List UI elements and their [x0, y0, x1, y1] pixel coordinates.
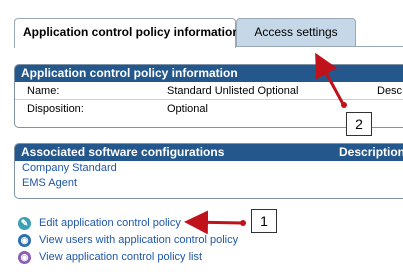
name-row: Name: Standard Unlisted Optional Desc — [15, 83, 403, 100]
tab-divider — [236, 46, 403, 47]
edit-icon: ✎ — [18, 217, 31, 230]
name-value: Standard Unlisted Optional — [167, 85, 299, 97]
arrow-1-tail-dot — [240, 220, 246, 226]
software-configurations-title: Associated software configurations — [21, 145, 225, 159]
software-item-company-standard[interactable]: Company Standard — [22, 162, 117, 174]
policy-info-header: Application control policy information — [15, 65, 403, 82]
description-column-header: Description — [339, 145, 403, 159]
tab-bar: Application control policy information A… — [14, 18, 356, 48]
tab-access-settings[interactable]: Access settings — [236, 18, 356, 46]
software-item-ems-agent[interactable]: EMS Agent — [22, 177, 77, 189]
view-list-icon: ◉ — [18, 251, 31, 264]
view-policy-list-link-label[interactable]: View application control policy list — [39, 249, 202, 266]
tab-application-control-policy-information[interactable]: Application control policy information — [14, 18, 240, 48]
software-configurations-panel: Associated software configurations Descr… — [14, 143, 403, 199]
name-label: Name: — [27, 85, 60, 97]
description-label: Desc — [377, 85, 403, 97]
arrow-to-edit-link — [184, 210, 243, 235]
edit-policy-link-label[interactable]: Edit application control policy — [39, 215, 181, 232]
view-users-link-label[interactable]: View users with application control poli… — [39, 232, 238, 249]
policy-info-panel: Application control policy information N… — [14, 64, 403, 128]
callout-1: 1 — [251, 209, 277, 233]
software-configurations-header: Associated software configurations Descr… — [15, 144, 403, 161]
disposition-row: Disposition: Optional — [15, 101, 403, 117]
disposition-value: Optional — [167, 103, 208, 115]
disposition-label: Disposition: — [27, 103, 84, 115]
callout-2: 2 — [346, 112, 372, 136]
view-users-icon: ◉ — [18, 234, 31, 247]
